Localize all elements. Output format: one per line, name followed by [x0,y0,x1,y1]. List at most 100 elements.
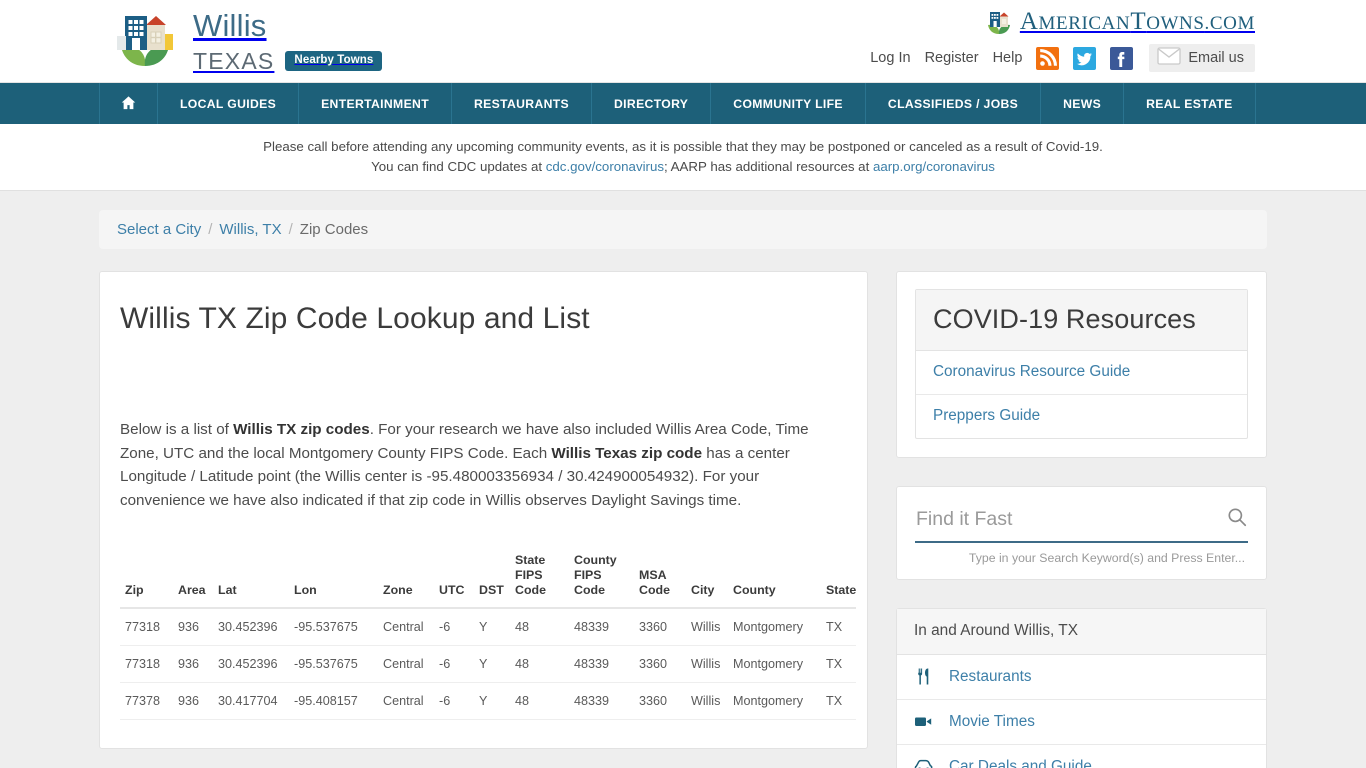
preppers-guide-link[interactable]: Preppers Guide [916,395,1247,438]
covid-resources-card: COVID-19 Resources Coronavirus Resource … [896,271,1267,458]
video-camera-icon [914,712,933,731]
sidebar-item-movie-times[interactable]: Movie Times [897,700,1266,745]
find-it-fast-card: Type in your Search Keyword(s) and Press… [896,486,1267,580]
nav-item-restaurants[interactable]: RESTAURANTS [452,83,593,124]
column-header-county: County [728,547,821,609]
cell-county-fips: 48339 [569,645,634,683]
column-header-utc: UTC [434,547,474,609]
cell-state: TX [821,645,856,683]
nearby-towns-badge[interactable]: Nearby Towns [285,50,383,72]
page-container: Select a City / Willis, TX / Zip Codes Willi… [99,191,1267,768]
breadcrumb: Select a City / Willis, TX / Zip Codes [99,210,1267,249]
cell-zip: 77318 [120,608,173,646]
cell-area: 936 [173,682,213,720]
cell-zip: 77318 [120,645,173,683]
sidebar-item-car-deals-and-guide[interactable]: Car Deals and Guide [897,745,1266,768]
cutlery-icon [914,667,933,686]
column-header-msa-code: MSA Code [634,547,686,609]
aarp-link[interactable]: aarp.org/coronavirus [873,159,995,174]
breadcrumb-select-a-city[interactable]: Select a City [117,221,201,238]
cell-state: TX [821,608,856,646]
rss-icon[interactable] [1036,46,1060,70]
coronavirus-resource-guide-link[interactable]: Coronavirus Resource Guide [916,351,1247,395]
column-header-state-fips: State FIPS Code [510,547,569,609]
cell-lon: -95.537675 [289,645,378,683]
column-header-county-fips: County FIPS Code [569,547,634,609]
zip-code-table: Zip Area Lat Lon Zone UTC DST State FIPS… [120,547,856,720]
cell-city: Willis [686,645,728,683]
breadcrumb-current: Zip Codes [299,221,369,238]
intro-bold-2: Willis Texas zip code [551,444,703,462]
cell-area: 936 [173,608,213,646]
cell-state: TX [821,682,856,720]
cell-lat: 30.417704 [213,682,289,720]
cell-county: Montgomery [728,682,821,720]
intro-bold-1: Willis TX zip codes [233,421,370,438]
nav-item-news[interactable]: NEWS [1041,83,1125,124]
cell-area: 936 [173,645,213,683]
cell-county: Montgomery [728,608,821,646]
register-link[interactable]: Register [925,50,979,66]
sidebar-column: COVID-19 Resources Coronavirus Resource … [896,271,1267,768]
help-link[interactable]: Help [993,50,1023,66]
search-hint: Type in your Search Keyword(s) and Press… [968,551,1245,565]
nav-item-classifieds-jobs[interactable]: CLASSIFIEDS / JOBS [866,83,1042,124]
sidebar-item-label: Restaurants [949,667,1032,685]
column-header-state: State [821,547,856,609]
in-and-around-card: In and Around Willis, TX Restaurants Movi… [896,608,1267,768]
envelope-icon [1157,47,1182,69]
americantowns-brand-link[interactable]: AMERICANTOWNS.COM [984,7,1255,37]
page-title: Willis TX Zip Code Lookup and List [120,302,590,335]
sidebar-item-restaurants[interactable]: Restaurants [897,655,1266,700]
sidebar-item-label: Car Deals and Guide [949,757,1092,768]
nav-item-local-guides[interactable]: LOCAL GUIDES [158,83,300,124]
nav-item-home[interactable] [99,83,158,124]
cell-msa: 3360 [634,682,686,720]
login-link[interactable]: Log In [870,50,910,66]
nav-item-real-estate[interactable]: REAL ESTATE [1124,83,1256,124]
table-row: 77318 936 30.452396 -95.537675 Central -6 Y 48 4… [120,645,856,683]
city-name: Willis [193,7,267,43]
cell-utc: -6 [434,608,474,646]
column-header-zip: Zip [120,547,173,609]
table-row: 77378 936 30.417704 -95.408157 Central -6 Y 48 4… [120,682,856,720]
column-header-zone: Zone [378,547,434,609]
nav-item-directory[interactable]: DIRECTORY [592,83,712,124]
covid-resources-title: COVID-19 Resources [933,304,1196,334]
twitter-icon[interactable] [1073,46,1097,70]
column-header-lat: Lat [213,547,289,609]
cell-zone: Central [378,645,434,683]
covid-notice-line1: Please call before attending any upcomin… [263,139,1103,154]
search-input[interactable] [915,505,1226,534]
breadcrumb-willis-tx[interactable]: Willis, TX [219,221,281,238]
car-icon [914,757,933,768]
americantowns-wordmark: AMERICANTOWNS.COM [1019,8,1255,35]
cell-city: Willis [686,608,728,646]
in-and-around-title: In and Around Willis, TX [897,609,1266,655]
cell-state-fips: 48 [510,645,569,683]
nav-item-community-life[interactable]: COMMUNITY LIFE [711,83,866,124]
cell-zone: Central [378,608,434,646]
nav-item-entertainment[interactable]: ENTERTAINMENT [299,83,452,124]
column-header-dst: DST [474,547,510,609]
search-icon[interactable] [1226,506,1248,533]
cell-dst: Y [474,682,510,720]
email-us-button[interactable]: Email us [1149,44,1255,72]
town-buildings-logo-icon [111,2,179,74]
email-us-label: Email us [1188,50,1244,66]
table-header-row: Zip Area Lat Lon Zone UTC DST State FIPS… [120,547,856,609]
cell-dst: Y [474,608,510,646]
sidebar-item-label: Movie Times [949,712,1035,730]
zip-code-card: Willis TX Zip Code Lookup and List Below… [99,271,868,749]
cell-city: Willis [686,682,728,720]
cell-utc: -6 [434,645,474,683]
cell-zone: Central [378,682,434,720]
cdc-link[interactable]: cdc.gov/coronavirus [546,159,664,174]
covid-notice-line2-mid: ; AARP has additional resources at [664,158,873,174]
home-icon [121,95,136,113]
cell-county: Montgomery [728,645,821,683]
cell-state-fips: 48 [510,608,569,646]
column-header-city: City [686,547,728,609]
facebook-icon[interactable] [1110,46,1134,70]
city-brand-link[interactable]: Willis TEXAS Nearby Towns [111,2,383,74]
